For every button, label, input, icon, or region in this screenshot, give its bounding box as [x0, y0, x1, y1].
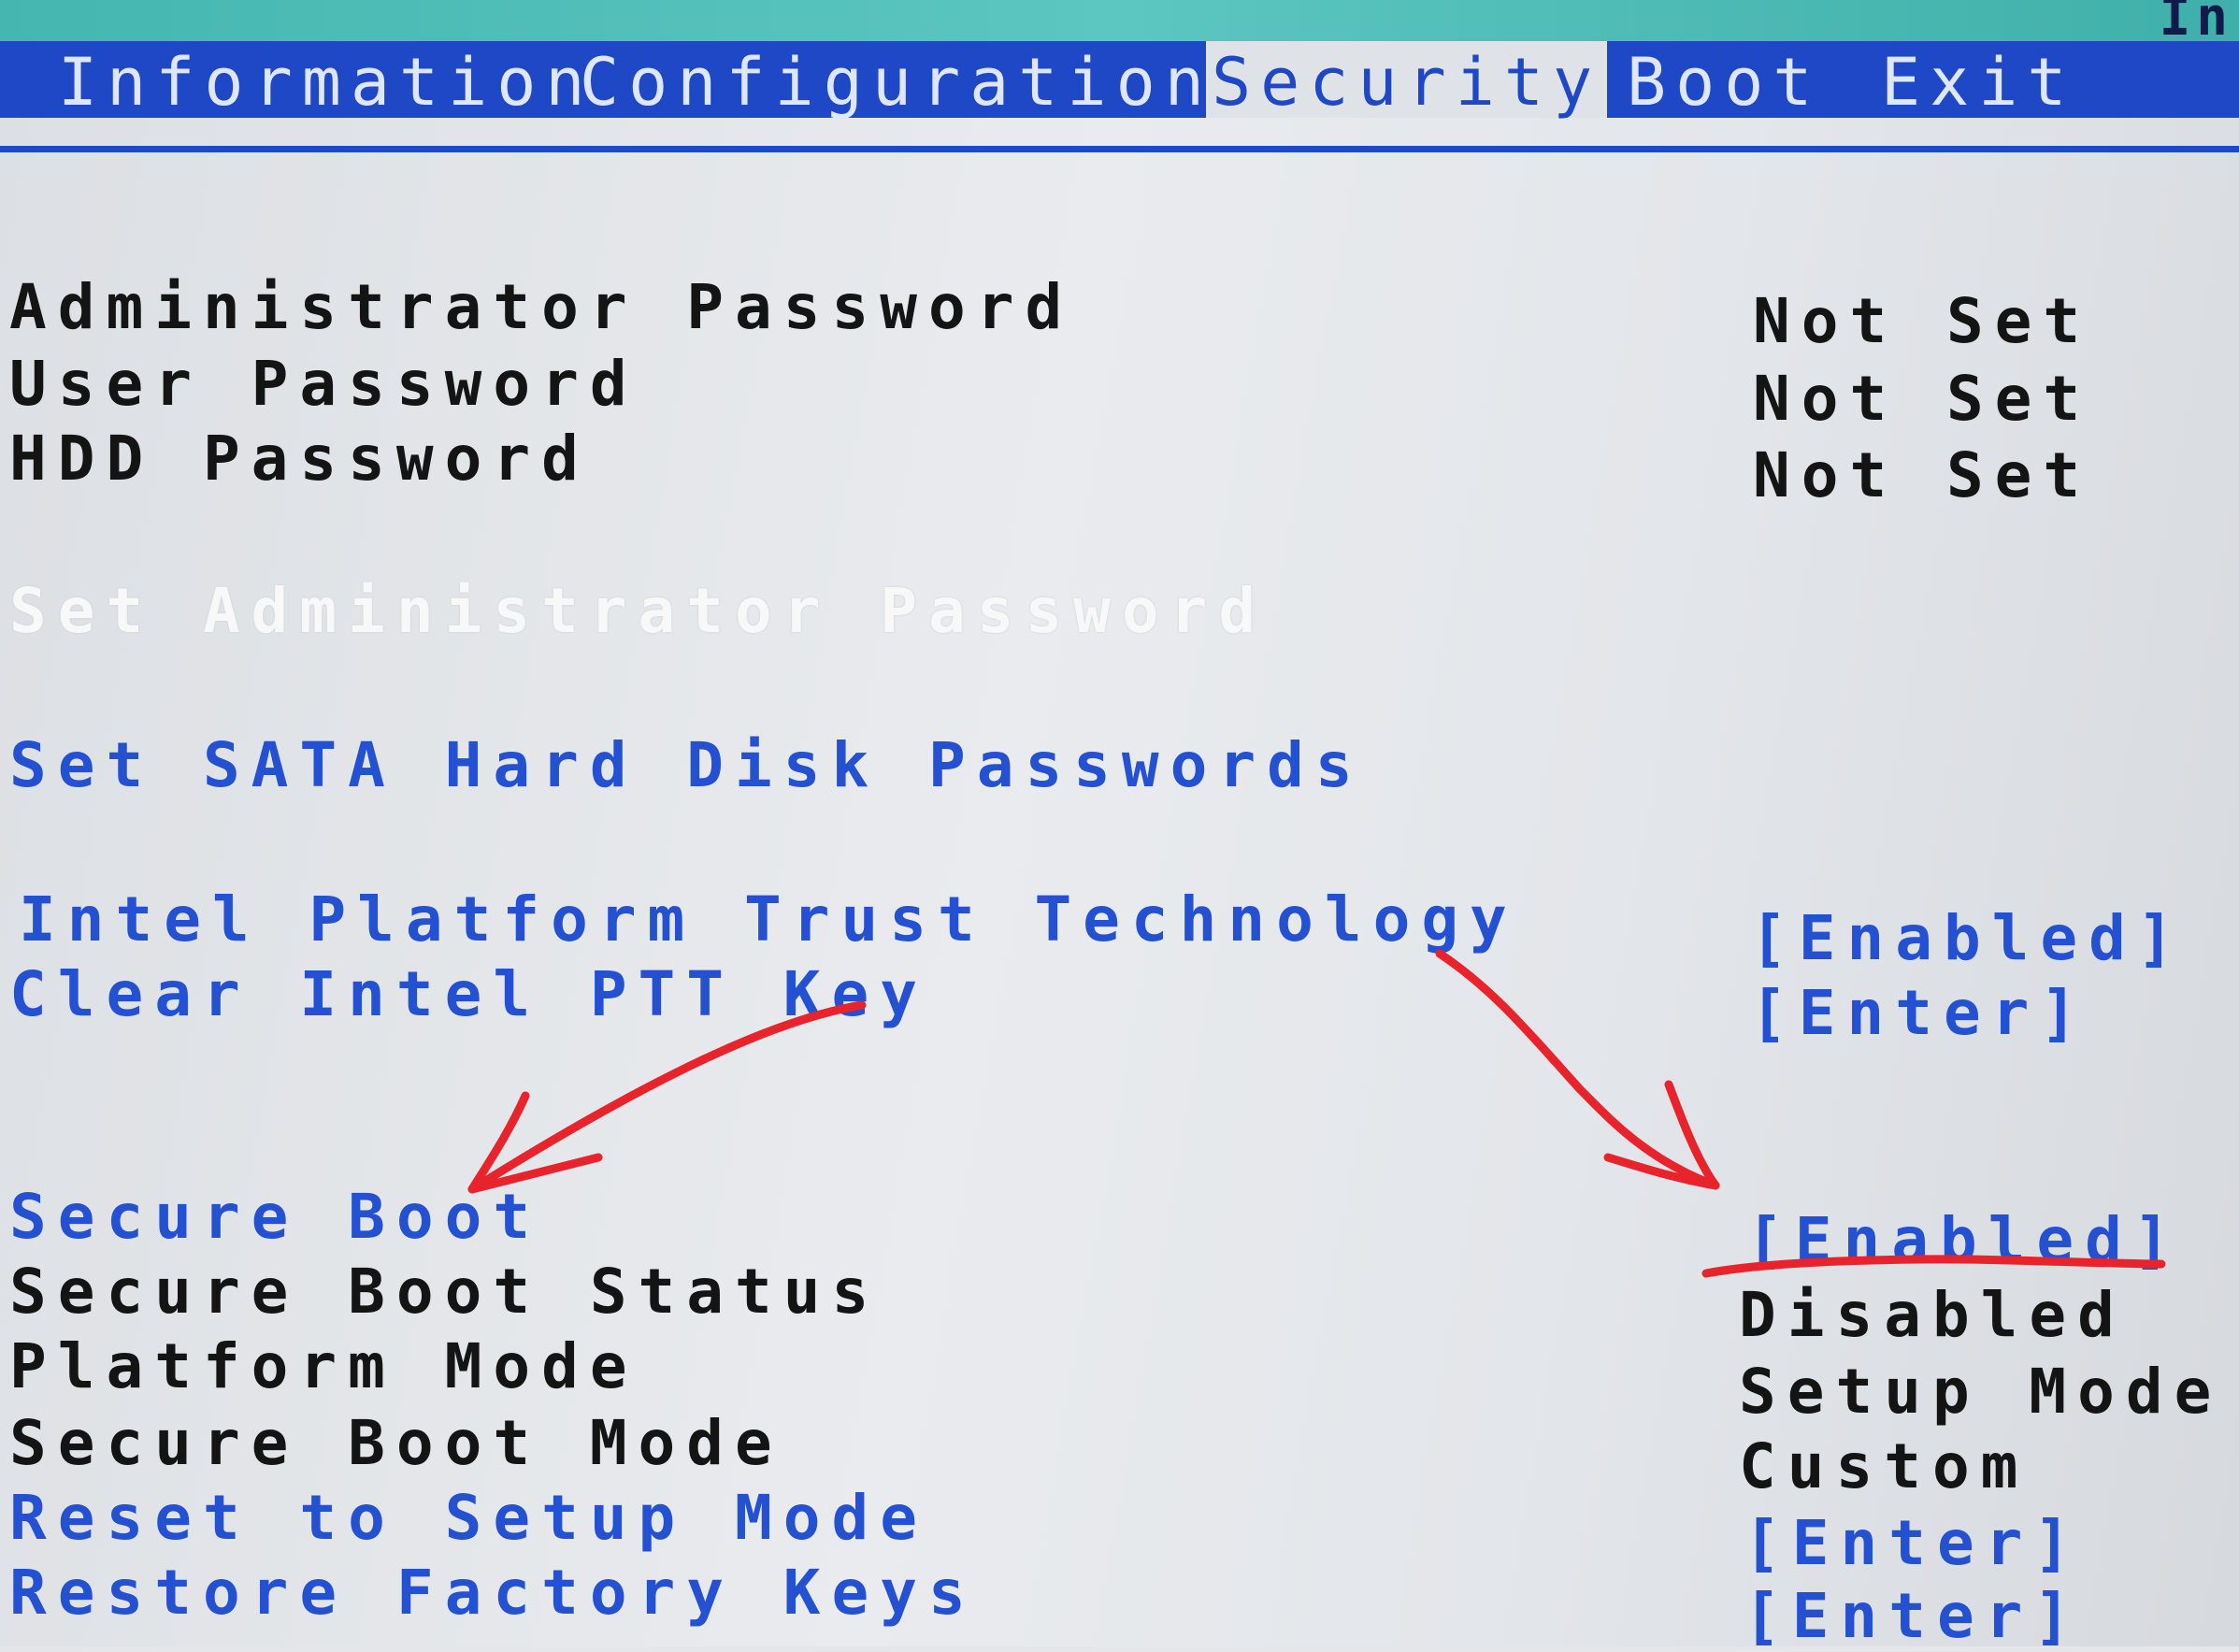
secure-boot-status-value: Disabled [1739, 1279, 2126, 1351]
intel-ptt-value[interactable]: [Enabled] [1750, 902, 2186, 974]
left-arrow-icon [467, 1000, 867, 1194]
tab-boot[interactable]: Boot [1627, 41, 1822, 121]
secure-boot-item[interactable]: Secure Boot [9, 1181, 541, 1253]
left-arrowhead-icon [467, 1091, 603, 1194]
reset-to-setup-mode-item[interactable]: Reset to Setup Mode [9, 1482, 928, 1554]
hdd-password-label: HDD Password [9, 423, 590, 495]
reset-to-setup-mode-value[interactable]: [Enter] [1744, 1507, 2082, 1579]
right-arrowhead-icon [1603, 1080, 1720, 1190]
clear-ptt-key-item[interactable]: Clear Intel PTT Key [9, 958, 928, 1030]
admin-password-label: Administrator Password [9, 271, 1074, 343]
admin-password-value: Not Set [1753, 285, 2092, 357]
top-strip [0, 0, 2239, 41]
set-sata-hdd-passwords-item[interactable]: Set SATA Hard Disk Passwords [9, 729, 1364, 801]
restore-factory-keys-item[interactable]: Restore Factory Keys [9, 1557, 977, 1629]
tab-information[interactable]: Information [58, 41, 595, 121]
secure-boot-mode-label: Secure Boot Mode [9, 1407, 783, 1479]
platform-mode-label: Platform Mode [9, 1330, 639, 1402]
user-password-label: User Password [9, 348, 639, 420]
clear-ptt-key-value[interactable]: [Enter] [1750, 977, 2088, 1049]
tab-security[interactable]: Security [1206, 41, 1608, 121]
secure-boot-value[interactable]: [Enabled] [1746, 1204, 2182, 1276]
secure-boot-mode-value: Custom [1739, 1430, 2030, 1502]
restore-factory-keys-value[interactable]: [Enter] [1744, 1580, 2082, 1652]
secure-boot-status-label: Secure Boot Status [9, 1256, 881, 1328]
intel-ptt-item[interactable]: Intel Platform Trust Technology [19, 883, 1518, 955]
right-arrow-icon [1435, 949, 1720, 1190]
hdd-password-value: Not Set [1753, 439, 2092, 511]
tab-exit[interactable]: Exit [1881, 41, 2076, 121]
platform-mode-value: Setup Mode [1739, 1356, 2223, 1428]
bios-screen: In Information Configuration Security Bo… [0, 0, 2239, 1652]
user-password-value: Not Set [1753, 363, 2092, 435]
set-administrator-password-item[interactable]: Set Administrator Password [9, 575, 1267, 647]
tab-configuration[interactable]: Configuration [580, 41, 1213, 121]
menu-bar-underline [0, 146, 2239, 152]
